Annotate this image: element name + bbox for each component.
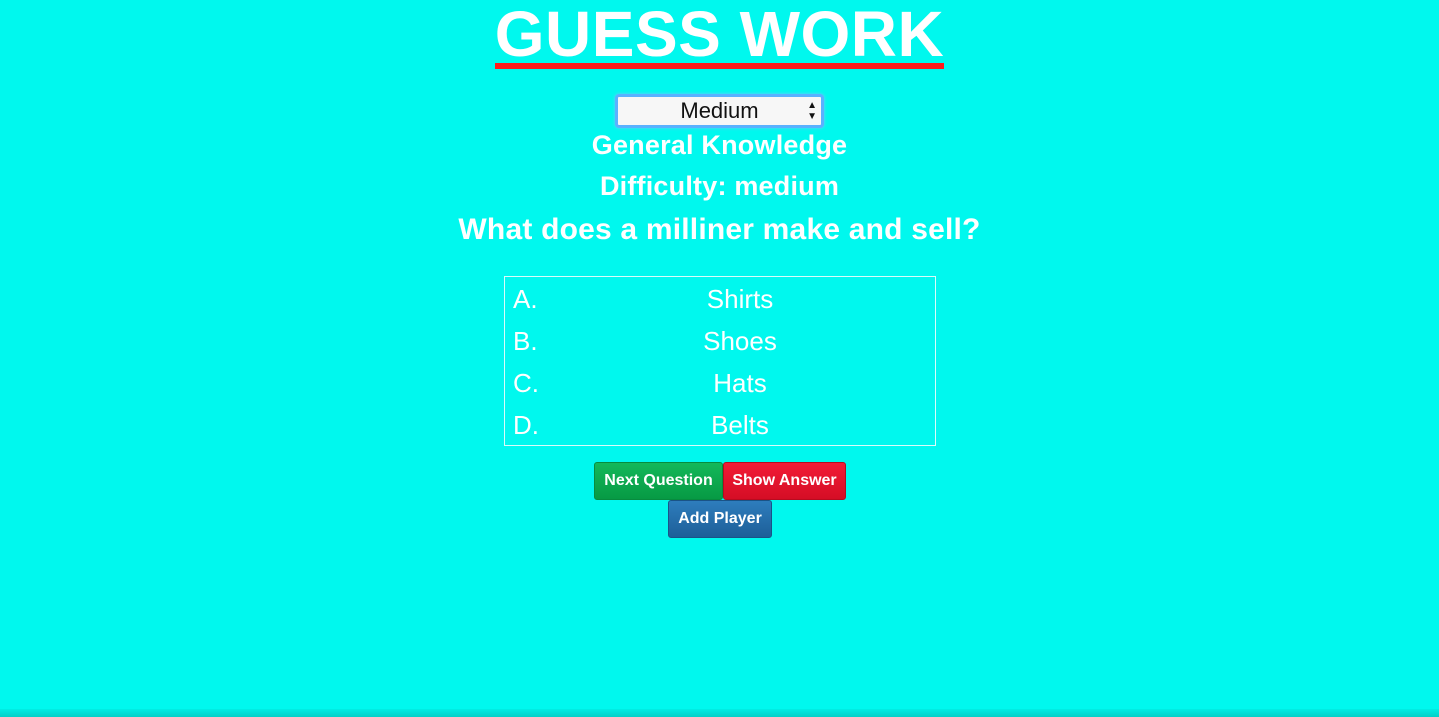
next-question-button[interactable]: Next Question (594, 462, 723, 500)
question-category: General Knowledge (591, 130, 848, 160)
add-player-button[interactable]: Add Player (668, 500, 772, 538)
answer-option-c[interactable]: C. Hats (505, 362, 935, 404)
difficulty-select-value: Medium (680, 98, 759, 123)
answer-option-d[interactable]: D. Belts (505, 404, 935, 446)
answer-option-b[interactable]: B. Shoes (505, 320, 935, 362)
app-title: GUESS WORK (0, 2, 1439, 69)
difficulty-select[interactable]: Medium ▲ ▼ (615, 94, 824, 128)
answer-option-a[interactable]: A. Shirts (505, 278, 935, 320)
show-answer-button[interactable]: Show Answer (723, 462, 846, 500)
question-difficulty: Difficulty: medium (599, 171, 840, 201)
answer-text: Shoes (703, 325, 777, 356)
bottom-edge (0, 709, 1439, 717)
answer-text: Hats (713, 367, 767, 398)
answers-list: A. Shirts B. Shoes C. Hats D. Belts (504, 276, 936, 446)
answer-text: Belts (711, 409, 769, 440)
app-title-text: GUESS WORK (494, 0, 945, 70)
question-text: What does a milliner make and sell? (458, 213, 981, 246)
answer-text: Shirts (706, 283, 774, 314)
up-down-arrows-icon: ▲ ▼ (807, 100, 817, 122)
